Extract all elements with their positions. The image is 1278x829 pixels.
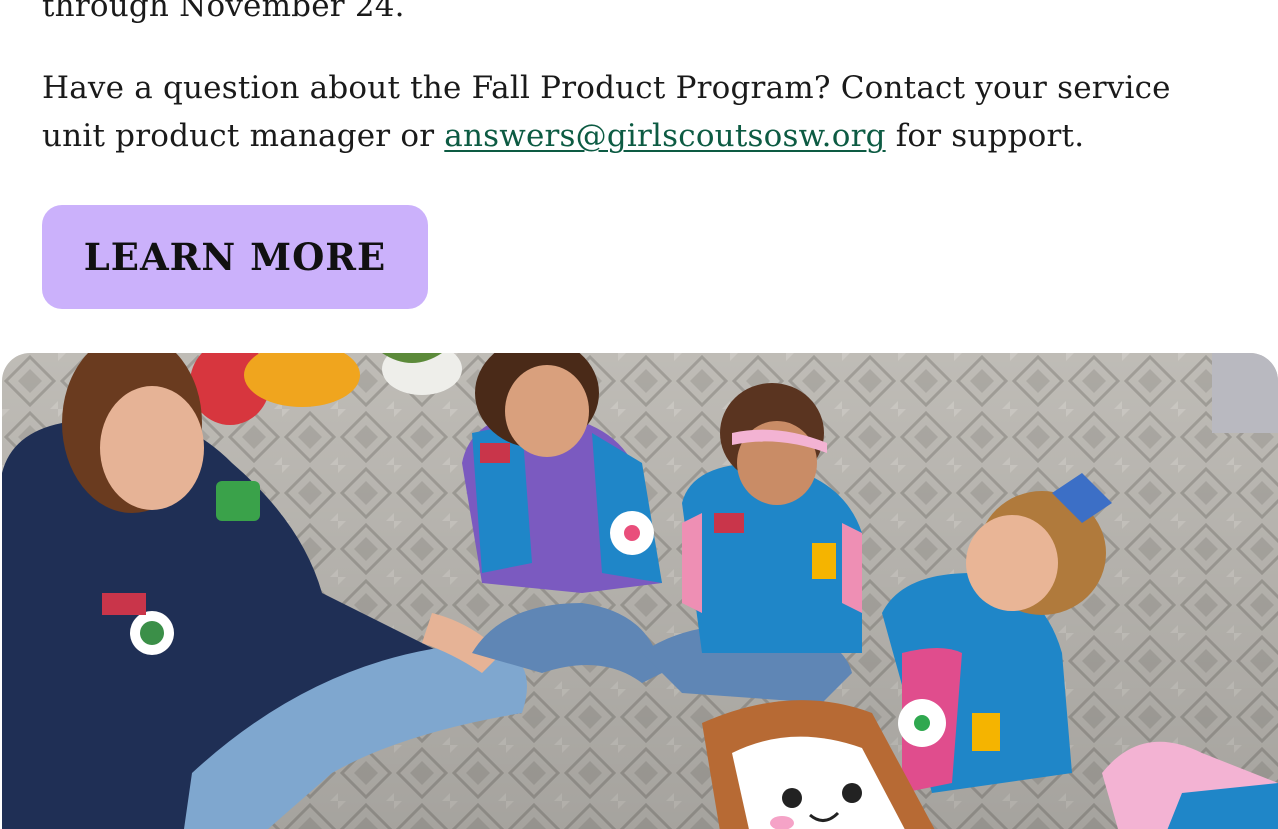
learn-more-button[interactable]: LEARN MORE (42, 205, 428, 309)
contact-text-after: for support. (885, 118, 1085, 154)
contact-email-link[interactable]: answers@girlscoutsosw.org (444, 118, 885, 154)
girl-scouts-photo (2, 353, 1278, 829)
contact-paragraph: Have a question about the Fall Product P… (42, 64, 1242, 160)
previous-paragraph-line: through November 24. (42, 0, 405, 24)
photo-illustration (2, 353, 1278, 829)
